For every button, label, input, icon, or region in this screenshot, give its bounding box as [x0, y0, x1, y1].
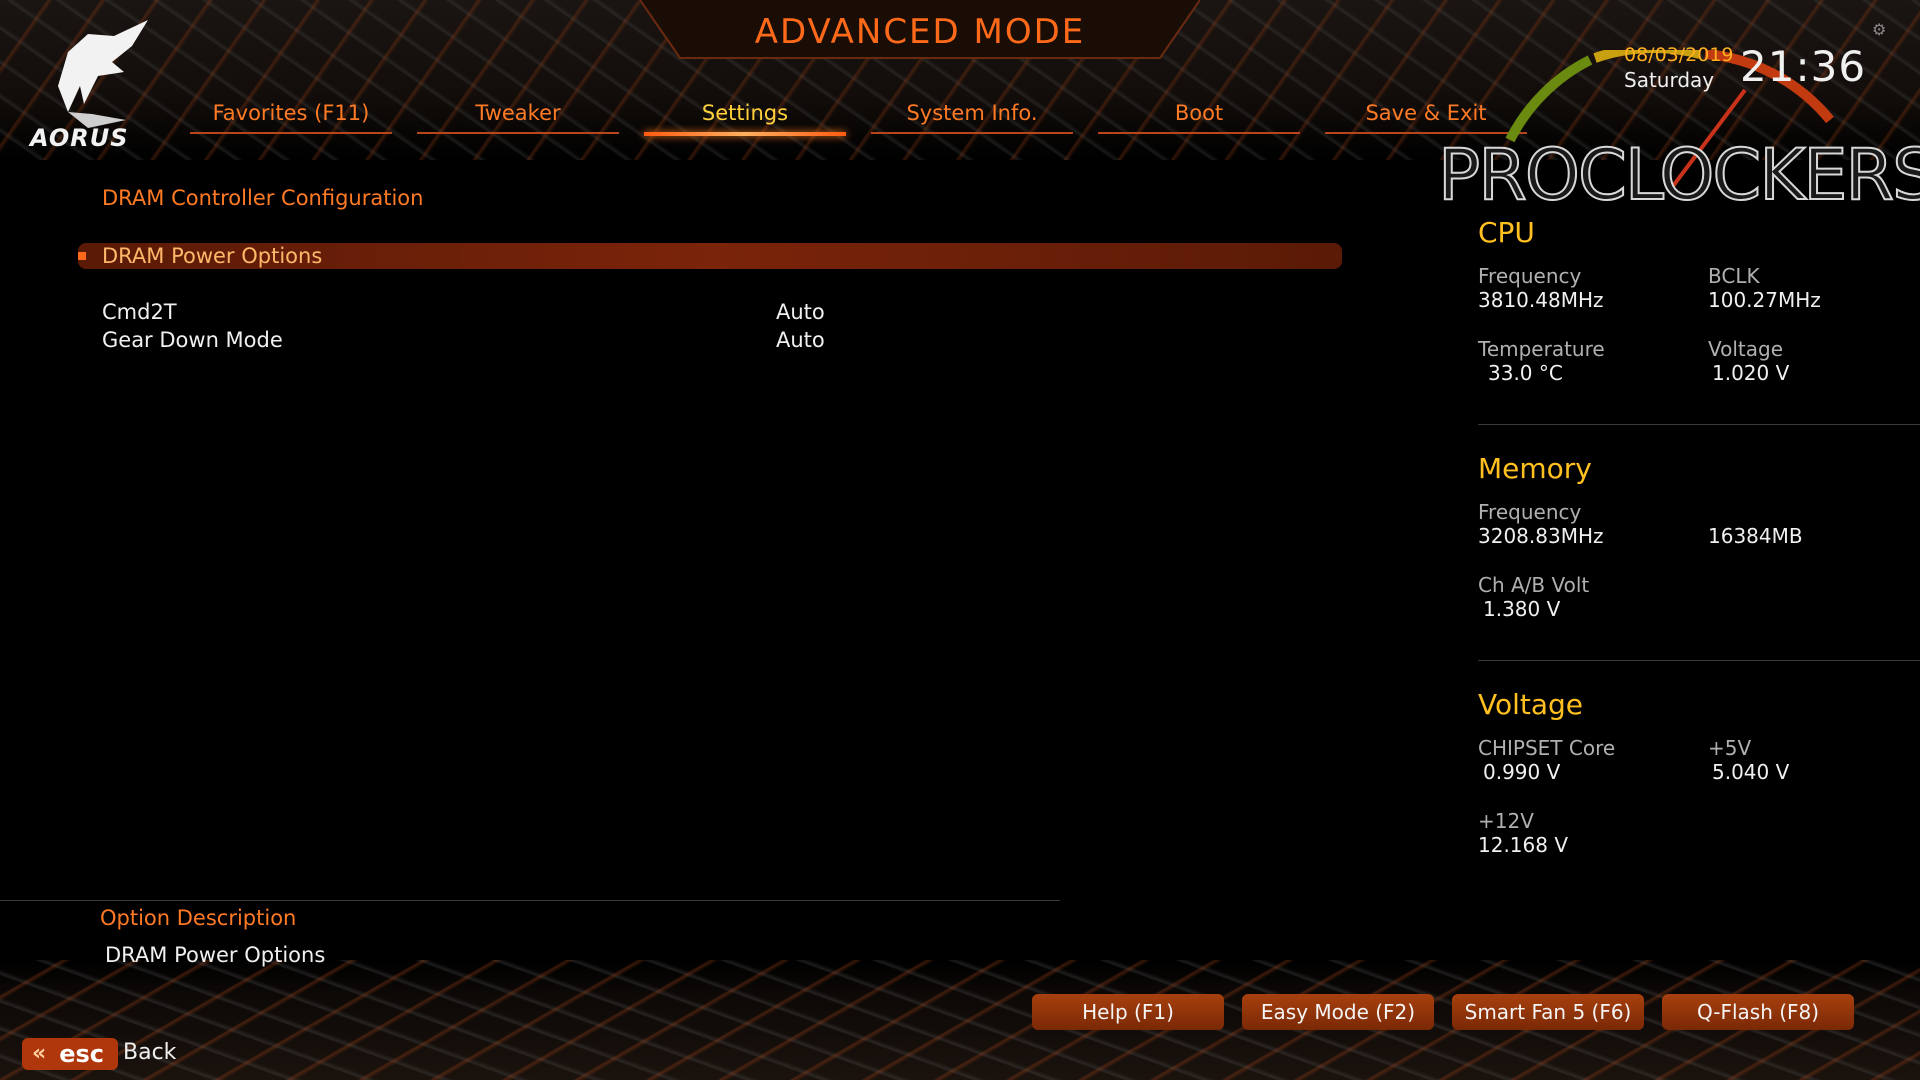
description-divider: [0, 900, 1060, 901]
easy-mode-button[interactable]: Easy Mode (F2): [1242, 994, 1434, 1030]
v12-value: 12.168 V: [1478, 833, 1569, 857]
cpu-frequency-label: Frequency: [1478, 264, 1582, 288]
clock-display: 21:36: [1740, 42, 1867, 91]
cpu-voltage-value: 1.020 V: [1712, 361, 1790, 385]
memory-volt-value: 1.380 V: [1483, 597, 1561, 621]
esc-button[interactable]: « esc: [22, 1038, 118, 1070]
page-title: ADVANCED MODE: [754, 12, 1086, 52]
breadcrumb[interactable]: DRAM Controller Configuration: [102, 186, 423, 210]
section-divider: [1478, 424, 1920, 425]
brand-logo-text: AORUS: [30, 124, 129, 152]
memory-frequency-label: Frequency: [1478, 500, 1582, 524]
smart-fan-button[interactable]: Smart Fan 5 (F6): [1452, 994, 1644, 1030]
option-label: Cmd2T: [102, 300, 177, 324]
section-divider: [1478, 660, 1920, 661]
memory-frequency-value: 3208.83MHz: [1478, 524, 1604, 548]
memory-section-title: Memory: [1478, 452, 1592, 485]
tab-boot[interactable]: Boot: [1098, 96, 1300, 136]
date-display: 08/03/2019: [1624, 44, 1734, 66]
v5-label: +5V: [1708, 736, 1752, 760]
cpu-section-title: CPU: [1478, 216, 1535, 249]
memory-size-value: 16384MB: [1708, 524, 1803, 548]
option-label: Gear Down Mode: [102, 328, 283, 352]
option-row-cmd2t[interactable]: Cmd2T Auto: [102, 299, 1342, 325]
cpu-temperature-label: Temperature: [1478, 337, 1605, 361]
option-value[interactable]: Auto: [776, 299, 825, 325]
q-flash-button[interactable]: Q-Flash (F8): [1662, 994, 1854, 1030]
cpu-frequency-value: 3810.48MHz: [1478, 288, 1604, 312]
v5-value: 5.040 V: [1712, 760, 1790, 784]
description-title: Option Description: [100, 906, 297, 930]
watermark-logo: PROCLOCKERS: [1437, 133, 1920, 217]
option-row-gear-down-mode[interactable]: Gear Down Mode Auto: [102, 327, 1342, 353]
selection-marker-icon: [78, 252, 86, 260]
tab-save-exit[interactable]: Save & Exit: [1325, 96, 1527, 136]
option-value[interactable]: Auto: [776, 327, 825, 353]
cpu-voltage-label: Voltage: [1708, 337, 1784, 361]
description-text: DRAM Power Options: [105, 943, 326, 967]
double-chevron-left-icon: «: [32, 1041, 47, 1066]
settings-gear-icon[interactable]: ⚙: [1872, 22, 1888, 38]
v12-label: +12V: [1478, 809, 1534, 833]
chipset-core-label: CHIPSET Core: [1478, 736, 1616, 760]
tab-settings[interactable]: Settings: [644, 96, 846, 136]
selected-option-label[interactable]: DRAM Power Options: [102, 243, 322, 269]
help-button[interactable]: Help (F1): [1032, 994, 1224, 1030]
cpu-bclk-label: BCLK: [1708, 264, 1760, 288]
cpu-temperature-value: 33.0 °C: [1488, 361, 1563, 385]
cpu-bclk-value: 100.27MHz: [1708, 288, 1821, 312]
memory-volt-label: Ch A/B Volt: [1478, 573, 1590, 597]
tab-favorites[interactable]: Favorites (F11): [190, 96, 392, 136]
back-label[interactable]: Back: [123, 1040, 176, 1065]
day-display: Saturday: [1624, 68, 1715, 92]
chipset-core-value: 0.990 V: [1483, 760, 1561, 784]
voltage-section-title: Voltage: [1478, 688, 1584, 721]
bios-screen: AORUS ADVANCED MODE Favorites (F11) Twea…: [0, 0, 1920, 1080]
tab-tweaker[interactable]: Tweaker: [417, 96, 619, 136]
tab-system-info[interactable]: System Info.: [871, 96, 1073, 136]
esc-label: esc: [59, 1040, 104, 1068]
